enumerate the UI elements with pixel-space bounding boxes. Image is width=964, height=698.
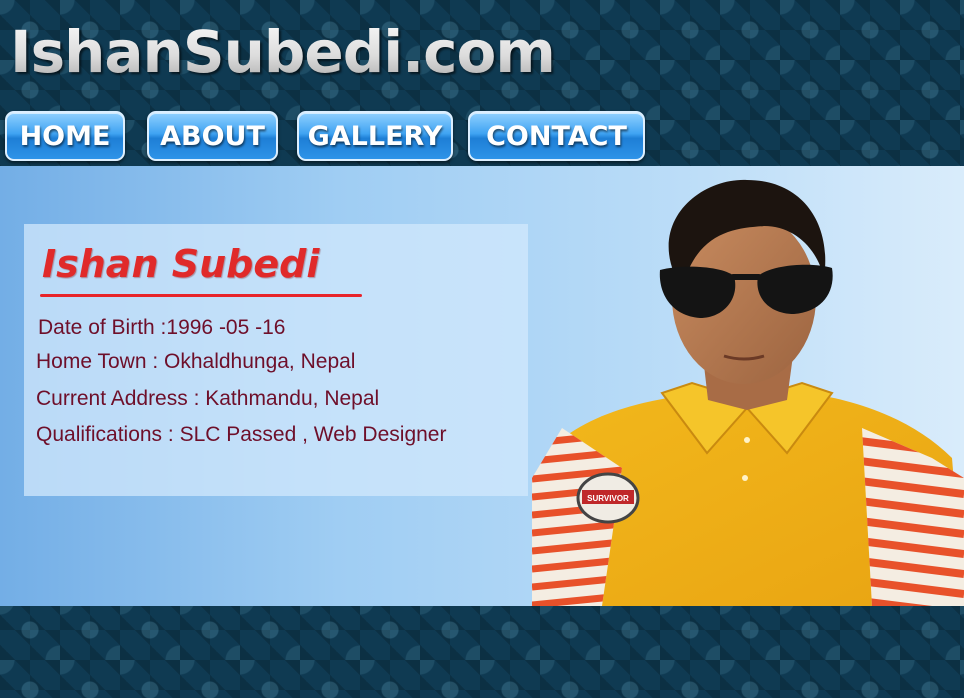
badge-text: SURVIVOR (587, 494, 629, 503)
current-address-text: Current Address : Kathmandu, Nepal (36, 387, 380, 410)
profile-photo: SURVIVOR (532, 179, 964, 606)
home-town-text: Home Town : Okhaldhunga, Nepal (36, 350, 356, 373)
site-logo-title[interactable]: IshanSubedi.com (10, 12, 556, 92)
profile-section: Ishan Subedi Date of Birth :1996 -05 -16… (0, 166, 964, 606)
date-of-birth-text: Date of Birth :1996 -05 -16 (38, 316, 286, 339)
nav-home-button[interactable]: HOME (5, 111, 125, 161)
nav-contact-button[interactable]: CONTACT (468, 111, 645, 161)
nav-about-button[interactable]: ABOUT (147, 111, 278, 161)
name-underline-divider (40, 294, 362, 297)
profile-name-heading: Ishan Subedi (42, 242, 320, 286)
qualifications-text: Qualifications : SLC Passed , Web Design… (36, 423, 447, 446)
shirt-badge-emblem: SURVIVOR (576, 472, 640, 524)
profile-info-box: Ishan Subedi Date of Birth :1996 -05 -16… (24, 224, 528, 496)
nav-gallery-button[interactable]: GALLERY (297, 111, 453, 161)
site-header: IshanSubedi.com HOME ABOUT GALLERY CONTA… (0, 0, 964, 166)
